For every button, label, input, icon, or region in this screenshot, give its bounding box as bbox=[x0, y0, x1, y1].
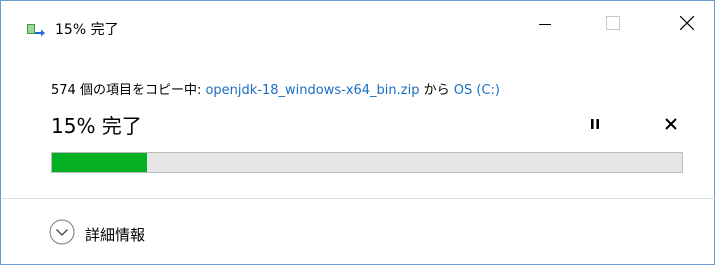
close-icon bbox=[679, 15, 695, 34]
cancel-button[interactable] bbox=[662, 115, 680, 133]
more-details-label: 詳細情報 bbox=[85, 225, 146, 244]
copy-icon bbox=[27, 22, 45, 37]
copy-progress-dialog: 15% 完了 574 個の項目をコピー中: openjdk-18_windows… bbox=[0, 0, 715, 265]
progress-bar-fill bbox=[52, 153, 147, 172]
copy-status-middle: から bbox=[419, 83, 454, 98]
more-details-toggle[interactable]: 詳細情報 bbox=[49, 219, 146, 249]
source-file-link[interactable]: openjdk-18_windows-x64_bin.zip bbox=[205, 83, 419, 98]
minimize-button[interactable] bbox=[522, 9, 568, 39]
pause-button[interactable] bbox=[586, 115, 604, 133]
divider bbox=[2, 198, 715, 199]
maximize-icon bbox=[606, 15, 620, 34]
copy-status-line: 574 個の項目をコピー中: openjdk-18_windows-x64_bi… bbox=[51, 79, 500, 98]
copy-status-prefix: 574 個の項目をコピー中: bbox=[51, 83, 206, 98]
chevron-down-circle-icon bbox=[49, 219, 75, 249]
pause-icon bbox=[589, 115, 601, 134]
progress-percent-title: 15% 完了 bbox=[51, 114, 142, 138]
minimize-icon bbox=[539, 15, 551, 34]
title-bar[interactable]: 15% 完了 bbox=[1, 1, 714, 38]
close-button[interactable] bbox=[664, 9, 710, 39]
maximize-button[interactable] bbox=[590, 9, 636, 39]
progress-bar bbox=[51, 152, 683, 173]
window-title: 15% 完了 bbox=[55, 22, 119, 38]
destination-link[interactable]: OS (C:) bbox=[454, 83, 500, 98]
cancel-icon bbox=[665, 115, 677, 134]
